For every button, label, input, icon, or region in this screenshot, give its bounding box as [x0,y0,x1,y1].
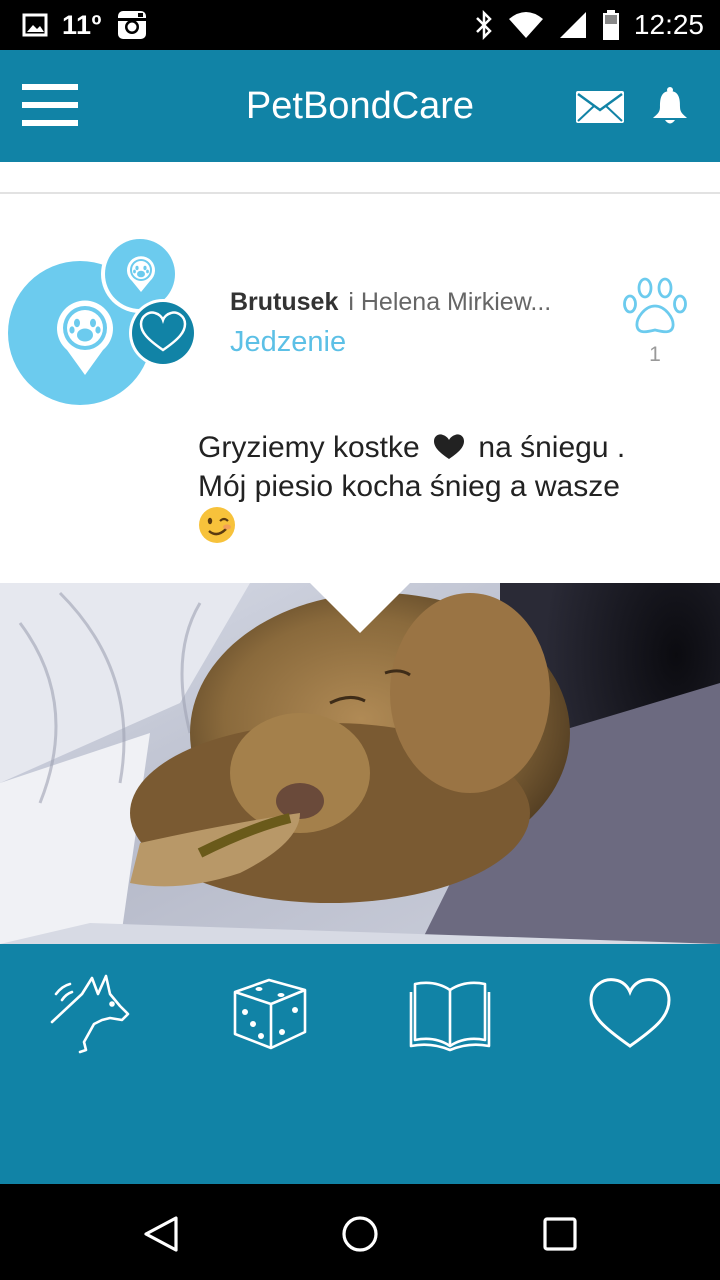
paw-icon [623,277,687,334]
back-icon [144,1216,178,1252]
temperature-readout: 11º [62,9,102,40]
signal-icon [559,12,586,38]
dog-icon [50,974,130,1054]
mail-icon [576,91,624,123]
bell-icon [653,87,687,124]
post-text: Gryziemy kostke na śniegu . Mój piesio k… [198,428,698,546]
status-bar: 11º 12:25 [0,0,720,50]
author-name[interactable]: Brutusek [230,288,338,316]
clock: 12:25 [633,9,704,40]
app-bar: PetBondCare [0,50,720,162]
post-text-line1-end: na śniegu . [478,431,626,464]
tab-games[interactable] [225,972,315,1056]
image-icon [22,13,48,37]
home-icon [342,1216,378,1252]
system-nav-bar [0,1184,720,1280]
bottom-tab-bar [0,944,720,1184]
like-button[interactable] [622,276,688,338]
divider [0,192,720,194]
book-icon [409,981,491,1052]
like-count: 1 [649,343,661,366]
post-text-line2: Mój piesio kocha śnieg a wasze [198,470,620,503]
recents-button[interactable] [538,1212,582,1256]
notifications-button[interactable] [651,87,689,127]
home-button[interactable] [338,1212,382,1256]
dog-photo [0,583,720,944]
post-category[interactable]: Jedzenie [230,326,346,359]
wifi-icon [508,12,543,38]
pointer-notch [310,583,410,633]
wink-emoji-icon [199,507,235,543]
post-text-line1-start: Gryziemy kostke [198,431,420,464]
post-photo[interactable] [0,583,720,944]
recents-icon [543,1217,577,1251]
tab-guide[interactable] [405,972,495,1056]
post-avatar[interactable] [8,235,198,407]
heart-inline-icon [434,434,465,459]
tab-favorites[interactable] [585,972,675,1056]
instagram-icon [117,11,146,39]
messages-button[interactable] [575,90,625,124]
back-button[interactable] [140,1212,184,1256]
heart-icon [589,978,671,1048]
bluetooth-icon [476,10,492,40]
battery-icon [602,10,619,40]
tab-pets[interactable] [48,972,138,1056]
co-author-name: i Helena Mirkiew... [348,288,552,316]
post-author-line: Brutusek i Helena Mirkiew... [230,288,590,317]
dice-icon [233,978,307,1050]
